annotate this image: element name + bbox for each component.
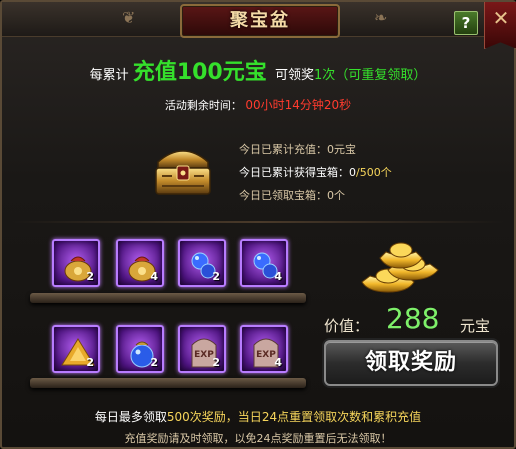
- treasure-chest-icon: [155, 150, 211, 195]
- footer-notice: 充值奖励请及时领取，以免24点奖励重置后无法领取！: [124, 432, 392, 445]
- promo-highlight: 充值100元宝: [132, 60, 267, 85]
- footer-rules-b: 500次奖励，当日: [166, 410, 262, 424]
- slot-count: 4: [274, 356, 282, 369]
- close-button[interactable]: ✕: [484, 2, 516, 49]
- stat-claimed: 今日已领取宝箱：0个: [239, 184, 392, 207]
- stat-boxes-value: 0: [349, 166, 356, 179]
- slot-count: 4: [150, 270, 158, 283]
- reward-slot-6[interactable]: 2: [116, 325, 164, 373]
- reward-slot-8[interactable]: EXP 4: [240, 325, 288, 373]
- promo-middle: 可领奖: [275, 68, 315, 83]
- treasure-bowl-window: ❦ 聚宝盆 ❧ ? ✕ 每累计 充值100元宝 可领奖1次（可重复领取） 活动剩…: [0, 0, 516, 449]
- stat-recharge-label: 今日已累计充值：: [239, 143, 327, 156]
- stat-boxes: 今日已累计获得宝箱：0/500个: [239, 161, 392, 184]
- gold-ingot-icon: [361, 242, 439, 293]
- stat-claimed-value: 0个: [327, 189, 345, 202]
- ornament-left-icon: ❦: [122, 8, 136, 27]
- slot-count: 4: [274, 270, 282, 283]
- close-icon: ✕: [492, 6, 510, 30]
- item-shelf-bottom: [30, 378, 306, 388]
- slot-count: 2: [212, 270, 220, 283]
- timer-label: 活动剩余时间：: [164, 99, 242, 112]
- reward-slot-3[interactable]: 2: [178, 239, 226, 287]
- ornament-right-icon: ❧: [374, 8, 388, 27]
- reward-slot-7[interactable]: EXP 2: [178, 325, 226, 373]
- reward-slot-2[interactable]: 4: [116, 239, 164, 287]
- footer-rules-a: 每日最多领取: [94, 410, 167, 424]
- price-label: 价值：: [324, 317, 370, 335]
- reward-slot-4[interactable]: 4: [240, 239, 288, 287]
- timer-line: 活动剩余时间： 00小时14分钟20秒: [2, 96, 514, 113]
- slot-count: 2: [86, 270, 94, 283]
- stat-recharge: 今日已累计充值：0元宝: [239, 138, 392, 161]
- footer-rules: 每日最多领取500次奖励，当日24点重置领取次数和累积充值: [2, 408, 514, 425]
- price-unit: 元宝: [460, 317, 491, 335]
- title-plate: 聚宝盆: [180, 4, 340, 38]
- reward-slot-1[interactable]: 2: [52, 239, 100, 287]
- price-value: 288: [386, 302, 440, 335]
- promo-count: 1次: [314, 68, 336, 83]
- stat-recharge-value: 0元宝: [327, 143, 356, 156]
- window-title: 聚宝盆: [230, 10, 290, 31]
- timer-value: 00小时14分钟20秒: [245, 98, 352, 112]
- slot-count: 2: [86, 356, 94, 369]
- claim-reward-label: 领取奖励: [364, 350, 457, 375]
- help-button[interactable]: ?: [454, 11, 478, 35]
- reward-slot-5[interactable]: 2: [52, 325, 100, 373]
- stat-boxes-label: 今日已累计获得宝箱：: [239, 166, 349, 179]
- item-shelf-top: [30, 293, 306, 303]
- stat-claimed-label: 今日已领取宝箱：: [239, 189, 327, 202]
- stat-boxes-total: /500个: [356, 166, 392, 179]
- promo-line: 每累计 充值100元宝 可领奖1次（可重复领取）: [2, 54, 514, 86]
- title-bar: ❦ 聚宝盆 ❧ ? ✕: [2, 2, 516, 49]
- slot-count: 2: [212, 356, 220, 369]
- daily-stats: 今日已累计充值：0元宝 今日已累计获得宝箱：0/500个 今日已领取宝箱：0个: [239, 138, 392, 207]
- footer-rules-c: 24点重置领取次数和累积充值: [261, 410, 422, 424]
- slot-count: 2: [150, 356, 158, 369]
- promo-prefix: 每累计: [89, 68, 129, 83]
- claim-reward-button[interactable]: 领取奖励: [324, 340, 498, 386]
- promo-suffix: （可重复领取）: [335, 68, 427, 83]
- section-divider: [12, 221, 504, 223]
